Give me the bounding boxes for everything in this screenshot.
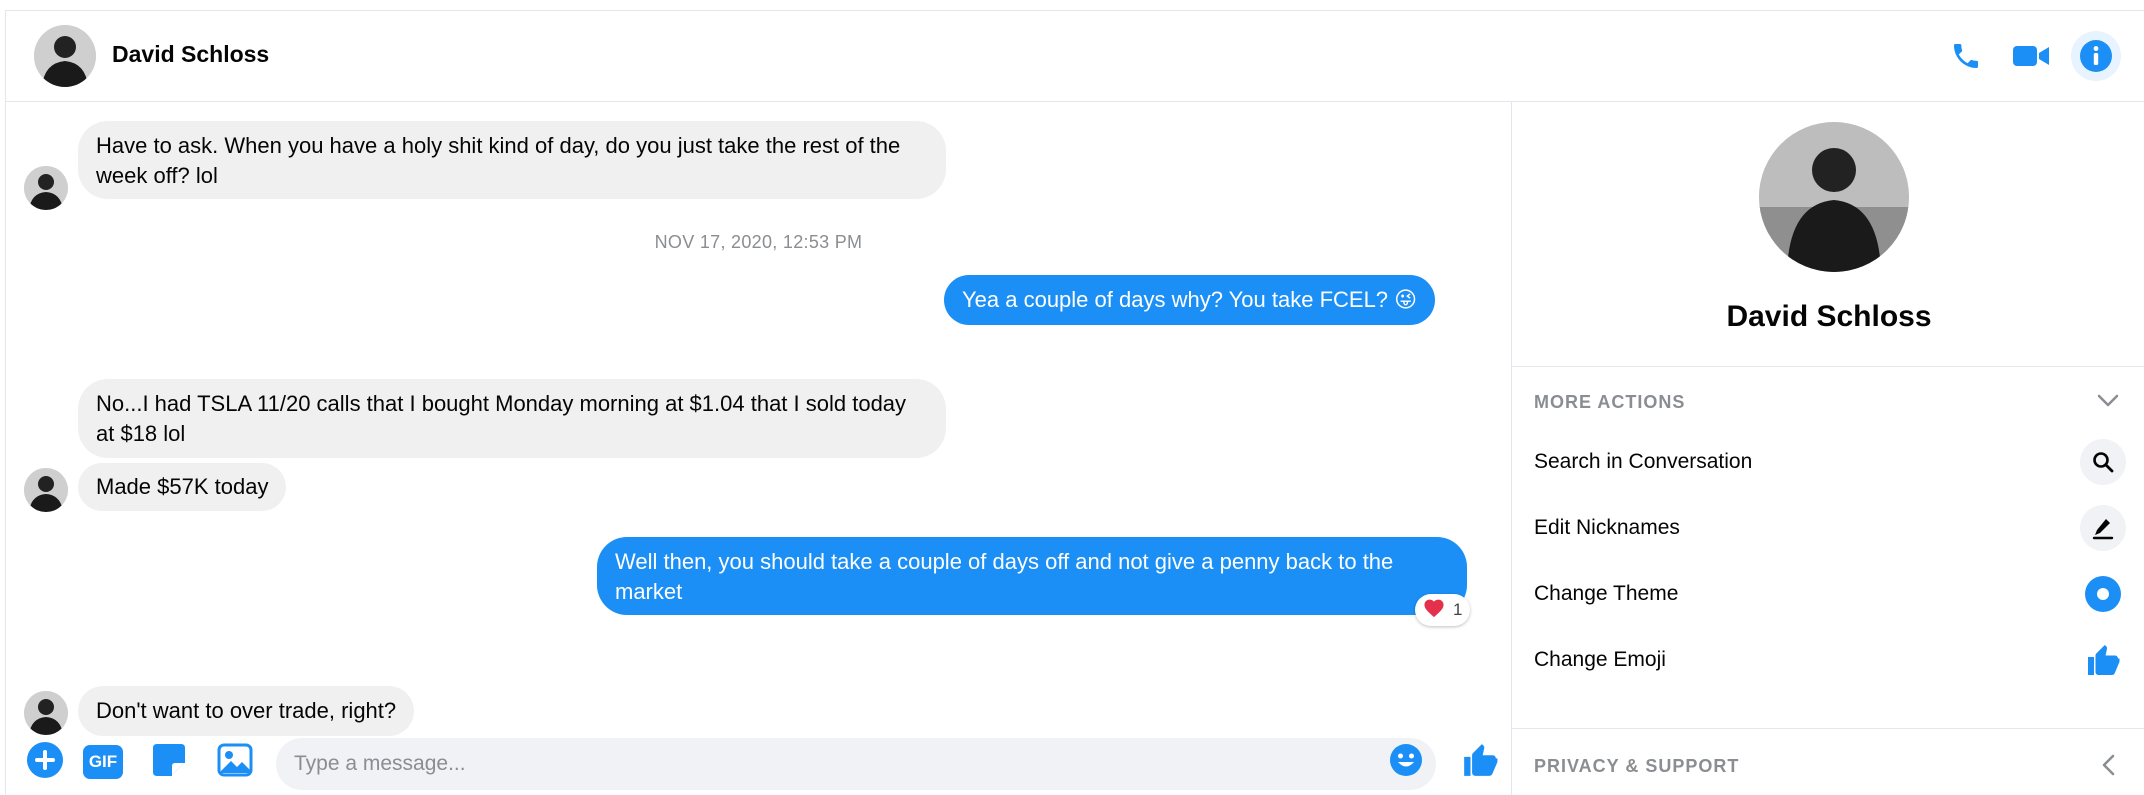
contact-avatar[interactable] — [34, 25, 96, 87]
plus-icon — [26, 741, 64, 784]
more-actions-toggle[interactable] — [2093, 388, 2123, 418]
outgoing-message[interactable]: Well then, you should take a couple of d… — [597, 537, 1467, 615]
action-label: Search in Conversation — [1534, 450, 1753, 473]
sticker-icon — [151, 742, 187, 783]
send-like-button[interactable] — [1458, 740, 1502, 784]
action-edit-nicknames[interactable]: Edit Nicknames — [1512, 499, 2144, 559]
incoming-message[interactable]: Have to ask. When you have a holy shit k… — [78, 121, 946, 199]
message-reaction[interactable]: 1 — [1415, 594, 1471, 626]
more-options-button[interactable] — [23, 740, 67, 784]
profile-avatar[interactable] — [1759, 122, 1909, 272]
conversation-header: David Schloss — [6, 11, 2144, 102]
more-actions-heading[interactable]: MORE ACTIONS — [1534, 392, 1685, 413]
action-label: Edit Nicknames — [1534, 516, 1680, 539]
chevron-left-icon — [2101, 754, 2115, 781]
phone-icon — [1950, 40, 1982, 72]
search-icon — [2080, 439, 2126, 485]
conversation-details-panel: David Schloss MORE ACTIONS Search in Con… — [1511, 102, 2144, 795]
sender-avatar — [24, 691, 68, 735]
reaction-count: 1 — [1453, 600, 1463, 619]
thumbs-up-icon — [2080, 637, 2126, 683]
pencil-icon — [2080, 505, 2126, 551]
divider — [1512, 728, 2144, 729]
smiley-icon — [1389, 743, 1423, 782]
video-call-button[interactable] — [2006, 31, 2056, 81]
action-label: Change Emoji — [1534, 648, 1666, 671]
incoming-message[interactable]: Made $57K today — [78, 463, 287, 511]
conversation-info-button[interactable] — [2071, 31, 2121, 81]
incoming-message[interactable]: Don't want to over trade, right? — [78, 686, 415, 736]
privacy-support-toggle[interactable] — [2093, 752, 2123, 782]
video-camera-icon — [2012, 42, 2050, 70]
message-thread[interactable]: Have to ask. When you have a holy shit k… — [6, 102, 1511, 736]
divider — [1512, 366, 2144, 367]
thumbs-up-icon — [1461, 741, 1499, 784]
gif-button[interactable]: GIF — [81, 740, 125, 784]
message-input[interactable] — [276, 738, 1436, 790]
action-search-in-conversation[interactable]: Search in Conversation — [1512, 433, 2144, 493]
heart-icon — [1423, 598, 1445, 623]
sender-avatar — [24, 166, 68, 210]
chevron-down-icon — [2097, 394, 2119, 413]
message-timestamp: NOV 17, 2020, 12:53 PM — [654, 232, 863, 252]
contact-name[interactable]: David Schloss — [112, 41, 269, 68]
privacy-support-heading[interactable]: PRIVACY & SUPPORT — [1534, 756, 1739, 777]
voice-call-button[interactable] — [1941, 31, 1991, 81]
action-change-emoji[interactable]: Change Emoji — [1512, 631, 2144, 691]
sticker-button[interactable] — [147, 740, 191, 784]
outgoing-message[interactable]: Yea a couple of days why? You take FCEL?… — [944, 275, 1436, 325]
theme-icon — [2080, 571, 2126, 617]
photo-button[interactable] — [213, 740, 257, 784]
profile-name: David Schloss — [1726, 300, 1932, 333]
info-icon — [2079, 39, 2113, 73]
image-icon — [217, 743, 253, 782]
incoming-message[interactable]: No...I had TSLA 11/20 calls that I bough… — [78, 379, 946, 458]
message-composer: GIF — [6, 732, 1511, 795]
messenger-window: David Schloss Have to ask. When you have… — [5, 10, 2144, 795]
emoji-picker-button[interactable] — [1384, 740, 1428, 784]
sender-avatar — [24, 468, 68, 512]
gif-icon: GIF — [83, 745, 123, 779]
action-change-theme[interactable]: Change Theme — [1512, 565, 2144, 625]
action-label: Change Theme — [1534, 582, 1679, 605]
